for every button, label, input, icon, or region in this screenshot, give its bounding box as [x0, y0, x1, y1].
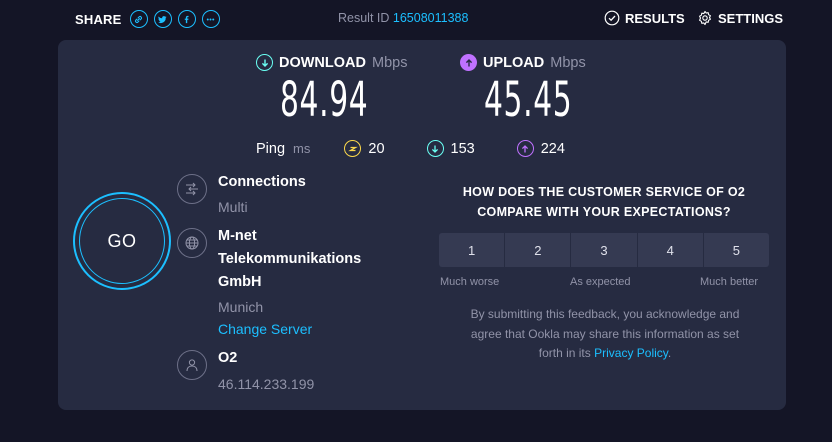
ping-download-value: 153 [450, 140, 475, 157]
settings-label: SETTINGS [718, 10, 784, 26]
disclaimer-line: agree that Ookla may share this informat… [470, 326, 740, 341]
link-icon[interactable] [129, 10, 148, 28]
download-arrow-icon [256, 54, 273, 71]
result-id: Result ID 16508011388 [338, 11, 468, 25]
provider-name: O2 [218, 350, 238, 366]
privacy-policy-link[interactable]: Privacy Policy [594, 346, 668, 360]
download-label: DOWNLOAD [279, 54, 366, 71]
ping-download-icon [426, 140, 444, 157]
rating-scale: 1 2 3 4 5 [439, 233, 770, 267]
server-name-line: M-net [218, 228, 257, 244]
scale-low-label: Much worse [440, 276, 500, 288]
server-name-line: GmbH [218, 274, 262, 290]
server-name: M-net Telekommunikations GmbH [218, 225, 361, 294]
rating-option-5[interactable]: 5 [703, 233, 770, 267]
check-circle-icon [604, 10, 620, 26]
rating-option-2[interactable]: 2 [505, 233, 571, 267]
rating-option-4[interactable]: 4 [637, 233, 703, 267]
provider-ip: 46.114.233.199 [218, 376, 315, 392]
disclaimer-line: forth in its [538, 346, 591, 360]
gear-icon [699, 10, 711, 26]
upload-header: UPLOAD Mbps [460, 54, 586, 71]
ping-idle-icon [344, 140, 362, 157]
ping-download: 153 [426, 140, 475, 157]
ping-unit: ms [293, 141, 311, 156]
connections-value[interactable]: Multi [218, 199, 248, 215]
ping-row: Ping ms 20 153 224 [256, 140, 607, 157]
download-value: 84.94 [280, 72, 369, 128]
more-icon[interactable] [201, 10, 220, 28]
results-button[interactable]: RESULTS [604, 10, 685, 26]
download-header: DOWNLOAD Mbps [256, 54, 407, 71]
top-bar: SHARE Result ID 16508011388 RESULTS SETT… [0, 0, 832, 38]
connections-icon [177, 174, 207, 204]
user-icon [177, 350, 207, 380]
ping-upload-icon [516, 140, 534, 157]
ping-idle: 20 [344, 140, 385, 157]
ping-upload: 224 [516, 140, 565, 157]
go-button[interactable]: GO [73, 192, 171, 290]
survey-question-line: COMPARE WITH YOUR EXPECTATIONS? [477, 205, 731, 219]
ping-upload-value: 224 [540, 140, 565, 157]
disclaimer-line: By submitting this feedback, you acknowl… [470, 307, 740, 321]
change-server-link[interactable]: Change Server [218, 321, 312, 337]
feedback-disclaimer: By submitting this feedback, you acknowl… [446, 305, 764, 364]
result-id-label: Result ID [338, 11, 390, 25]
upload-value: 45.45 [484, 72, 573, 128]
facebook-icon[interactable] [177, 10, 196, 28]
survey-question-line: HOW DOES THE CUSTOMER SERVICE OF O2 [462, 185, 746, 199]
globe-icon [177, 228, 207, 258]
connections-title: Connections [218, 174, 306, 190]
upload-unit: Mbps [550, 54, 586, 71]
results-label: RESULTS [625, 10, 685, 26]
share-group: SHARE [75, 8, 220, 30]
scale-mid-label: As expected [570, 276, 631, 288]
go-label: GO [79, 198, 165, 284]
settings-button[interactable]: SETTINGS [697, 10, 783, 26]
scale-high-label: Much better [700, 276, 759, 288]
server-name-line: Telekommunikations [218, 251, 362, 267]
ping-idle-value: 20 [368, 140, 385, 157]
download-unit: Mbps [372, 54, 408, 71]
server-location: Munich [218, 299, 264, 315]
rating-option-3[interactable]: 3 [571, 233, 637, 267]
twitter-icon[interactable] [153, 10, 172, 28]
survey-question: HOW DOES THE CUSTOMER SERVICE OF O2 COMP… [438, 182, 770, 222]
disclaimer-period: . [667, 346, 672, 360]
share-label: SHARE [75, 11, 122, 27]
rating-option-1[interactable]: 1 [439, 233, 505, 267]
upload-arrow-icon [460, 54, 477, 71]
disclaimer-line-last: forth in its Privacy Policy. [446, 344, 764, 364]
upload-label: UPLOAD [483, 54, 545, 71]
result-id-link[interactable]: 16508011388 [393, 11, 469, 25]
ping-label: Ping [256, 140, 286, 157]
